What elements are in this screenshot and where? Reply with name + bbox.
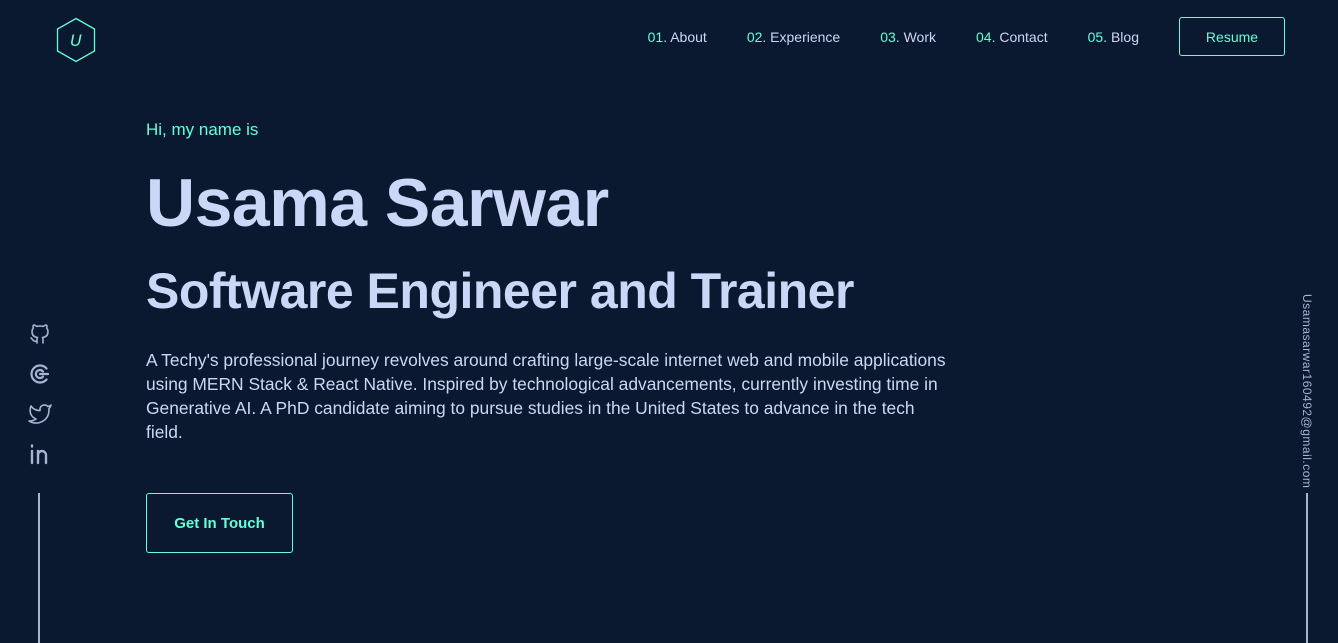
nav-label: Work [903,28,936,45]
nav-number: 05. [1087,28,1108,45]
portfolio-page: U 01. About 02. Experience 03. Work 04. … [0,0,1338,643]
hero-description: A Techy's professional journey revolves … [146,350,946,442]
main-nav: 01. About 02. Experience 03. Work 04. Co… [648,17,1285,56]
nav-label: Contact [999,28,1048,45]
twitter-icon [28,404,52,424]
logo[interactable]: U [55,17,97,63]
linkedin-link[interactable] [28,442,52,466]
email-link[interactable]: Usamasarwar160492@gmail.com [1300,294,1314,488]
nav-number: 02. [746,28,767,45]
nav-label: Blog [1110,28,1139,45]
left-vertical-line [38,493,40,643]
hero-subtitle: Software Engineer and Trainer [146,263,854,319]
get-in-touch-button[interactable]: Get In Touch [146,493,293,553]
github-link[interactable] [28,322,52,346]
codersrank-link[interactable] [28,362,52,386]
twitter-link[interactable] [28,402,52,426]
nav-item-about[interactable]: 01. About [648,29,707,45]
codersrank-icon [30,364,50,384]
github-icon [30,324,49,344]
nav-label: About [670,28,707,45]
nav-item-blog[interactable]: 05. Blog [1088,29,1139,45]
hero-greeting: Hi, my name is [146,120,259,139]
social-links [28,322,52,482]
nav-number: 04. [976,28,996,45]
nav-label: Experience [770,28,841,45]
logo-letter: U [70,30,82,50]
hero-name: Usama Sarwar [146,165,609,241]
nav-item-experience[interactable]: 02. Experience [747,29,840,45]
linkedin-icon [30,444,48,465]
resume-button[interactable]: Resume [1179,17,1285,56]
nav-number: 03. [880,28,900,45]
nav-number: 01. [647,28,668,45]
nav-item-work[interactable]: 03. Work [880,29,936,45]
nav-item-contact[interactable]: 04. Contact [976,29,1048,45]
right-vertical-line [1306,493,1308,643]
